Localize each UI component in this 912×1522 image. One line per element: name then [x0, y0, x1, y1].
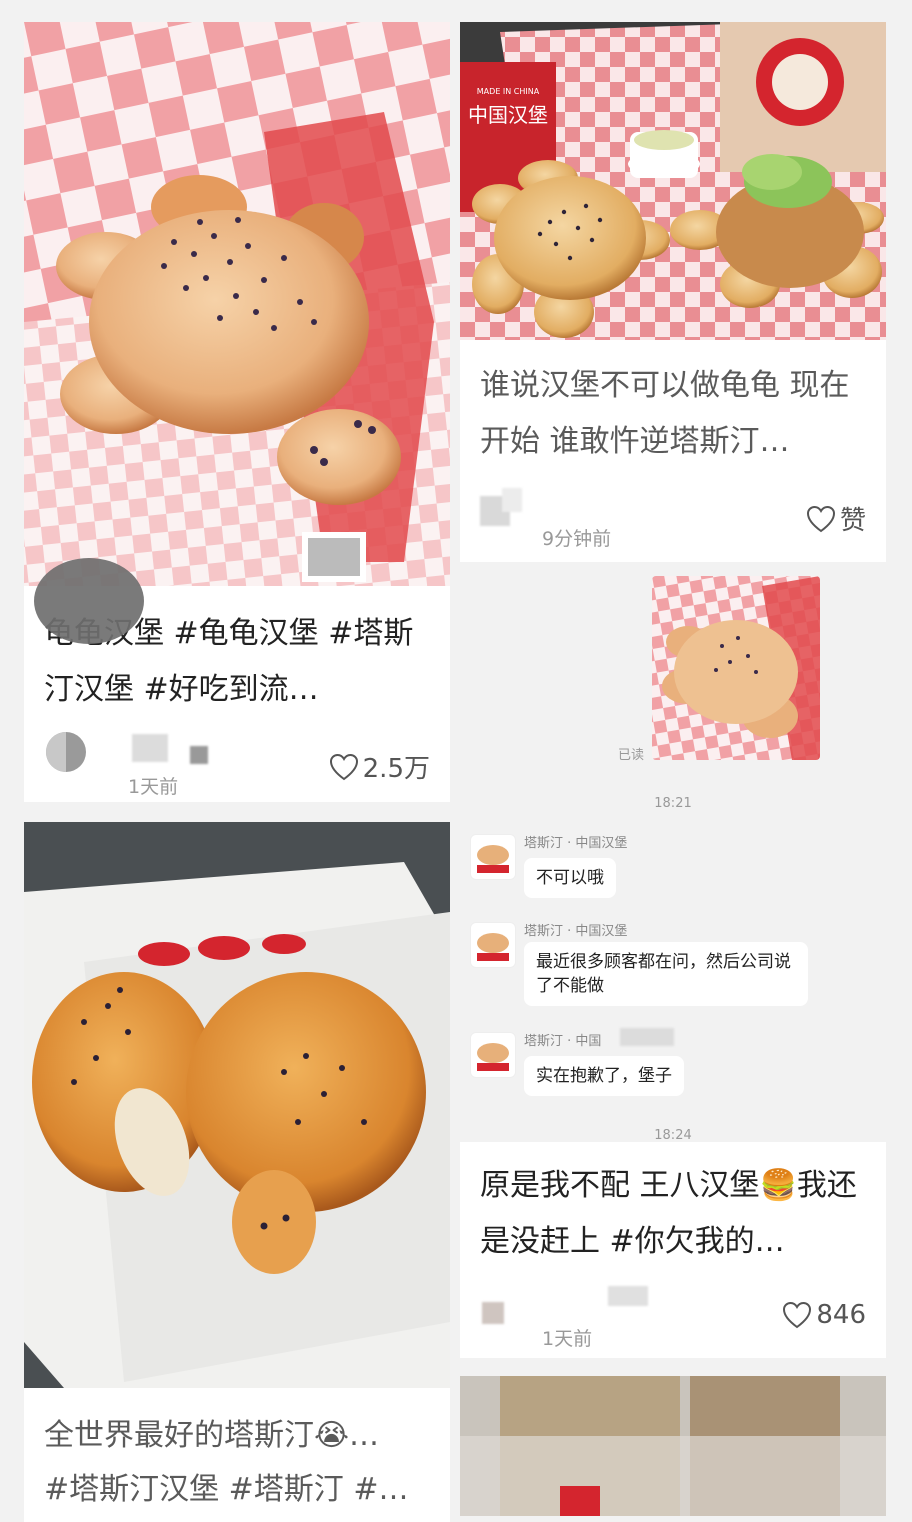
- note-card-best-tastien[interactable]: 全世界最好的塔斯汀😭… #塔斯汀汉堡 #塔斯汀 #…: [24, 822, 450, 1522]
- author-name-blurred[interactable]: [132, 734, 168, 762]
- note-title-line2[interactable]: #塔斯汀汉堡 #塔斯汀 #…: [44, 1462, 432, 1518]
- brand-avatar[interactable]: [470, 922, 516, 968]
- note-photo[interactable]: [24, 822, 450, 1388]
- message-bubble: 不可以哦: [524, 858, 616, 898]
- note-photo-chat[interactable]: 已读 18:21 塔斯汀 · 中国汉堡 不可以哦 塔斯汀 · 中国汉堡 最近很多…: [460, 572, 886, 1142]
- like-button[interactable]: 赞: [806, 500, 866, 537]
- note-card-partial[interactable]: [460, 1376, 886, 1516]
- note-card-turtle-burger-2[interactable]: MADE IN CHINA 中国汉堡 谁说汉堡不可以做龟龟 现在开始 谁敢忤逆塔…: [460, 22, 886, 562]
- bag-tagline: MADE IN CHINA: [477, 87, 540, 96]
- heart-outline-icon: [783, 1301, 812, 1329]
- note-title[interactable]: 谁说汉堡不可以做龟龟 现在开始 谁敢忤逆塔斯汀…: [480, 358, 868, 470]
- like-count: 846: [816, 1300, 866, 1330]
- sender-name: 塔斯汀 · 中国: [524, 1034, 602, 1049]
- post-time: 9分钟前: [542, 528, 612, 550]
- chat-timestamp: 18:24: [654, 1128, 692, 1142]
- note-photo[interactable]: [24, 22, 450, 586]
- author-avatar[interactable]: [46, 732, 86, 772]
- like-count: 2.5万: [362, 754, 430, 784]
- author-name-blurred: [502, 488, 522, 512]
- note-title[interactable]: 原是我不配 王八汉堡🍔我还是没赶上 #你欠我的…: [480, 1158, 868, 1270]
- chat-timestamp: 18:21: [654, 796, 692, 811]
- sender-name: 塔斯汀 · 中国汉堡: [524, 924, 628, 939]
- post-time: 1天前: [542, 1328, 593, 1350]
- sender-name: 塔斯汀 · 中国汉堡: [524, 836, 628, 851]
- author-avatar-blurred[interactable]: [482, 1302, 504, 1324]
- sender-name-blurred: [620, 1028, 674, 1046]
- like-label: 赞: [839, 506, 866, 536]
- message-bubble: 实在抱歉了，堡子: [524, 1056, 684, 1096]
- bag-brand: 中国汉堡: [468, 103, 548, 127]
- author-name-blurred: [190, 746, 208, 764]
- heart-outline-icon: [806, 505, 835, 532]
- read-status: 已读: [618, 748, 645, 763]
- author-name-blurred: [608, 1286, 648, 1306]
- note-meta: 9分钟前 赞: [480, 482, 866, 550]
- note-meta: 1天前 2.5万: [44, 730, 430, 798]
- note-photo[interactable]: MADE IN CHINA 中国汉堡: [460, 22, 886, 340]
- post-time: 1天前: [128, 776, 179, 798]
- note-meta: 1天前 846: [480, 1278, 866, 1350]
- author-avatar-overlay: [34, 558, 144, 644]
- brand-avatar[interactable]: [470, 834, 516, 880]
- like-button[interactable]: 846: [782, 1300, 866, 1330]
- chat-image[interactable]: [652, 576, 820, 760]
- like-button[interactable]: 2.5万: [329, 748, 430, 785]
- message-bubble: 最近很多顾客都在问，然后公司说了不能做: [524, 942, 808, 1006]
- note-card-turtle-burger[interactable]: 龟龟汉堡 #龟龟汉堡 #塔斯汀汉堡 #好吃到流… 1天前 2.5万: [24, 22, 450, 802]
- heart-outline-icon: [329, 753, 358, 780]
- note-photo[interactable]: [460, 1376, 886, 1516]
- note-title[interactable]: 全世界最好的塔斯汀😭…: [44, 1408, 432, 1464]
- note-card-chat-screenshot[interactable]: 已读 18:21 塔斯汀 · 中国汉堡 不可以哦 塔斯汀 · 中国汉堡 最近很多…: [460, 572, 886, 1358]
- brand-avatar[interactable]: [470, 1032, 516, 1078]
